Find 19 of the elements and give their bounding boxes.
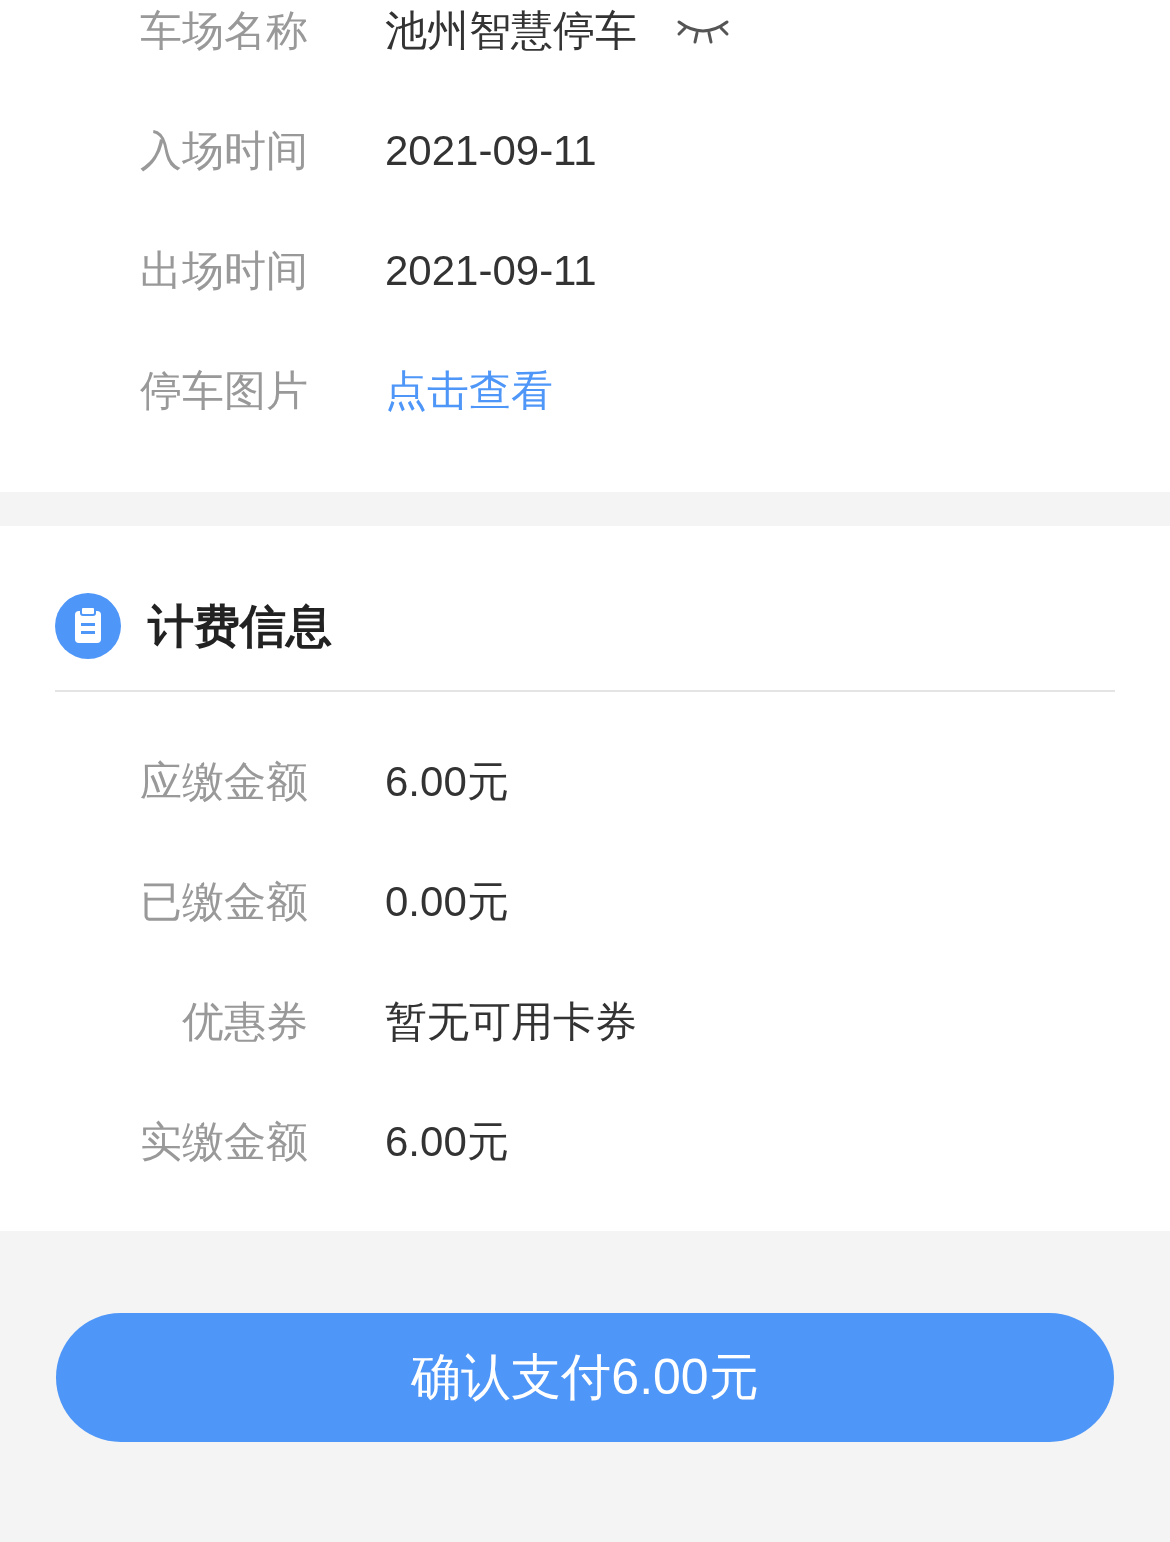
field-value: 暂无可用卡券 <box>385 996 637 1047</box>
field-label: 应缴金额 <box>139 756 308 807</box>
field-label: 优惠券 <box>181 996 308 1047</box>
section-title: 计费信息 <box>148 598 332 654</box>
field-label: 已缴金额 <box>139 876 308 927</box>
field-label: 出场时间 <box>139 245 308 296</box>
field-label: 车场名称 <box>139 5 308 56</box>
field-label: 停车图片 <box>139 365 308 416</box>
view-link[interactable]: 点击查看 <box>385 358 553 422</box>
clipboard-icon <box>55 593 121 659</box>
field-value: 0.00元 <box>385 876 509 927</box>
field-value: 2021-09-11 <box>385 125 597 176</box>
field-label: 入场时间 <box>139 125 308 176</box>
field-value: 池州智慧停车 <box>385 5 637 56</box>
field-value: 6.00元 <box>385 756 509 807</box>
field-label: 实缴金额 <box>139 1116 308 1167</box>
field-value: 6.00元 <box>385 1116 509 1167</box>
field-value: 2021-09-11 <box>385 245 597 296</box>
confirm-pay-button[interactable]: 确认支付6.00元 <box>56 1313 1114 1442</box>
